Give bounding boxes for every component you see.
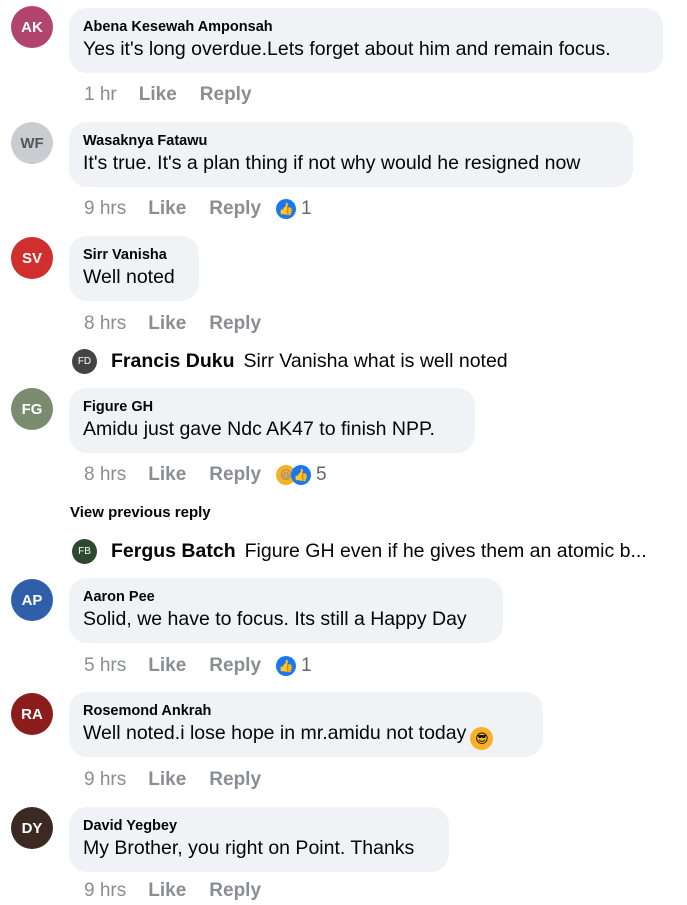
comment-time[interactable]: 8 hrs — [84, 313, 126, 335]
comment-bubble: Sirr Vanisha Well noted — [69, 236, 199, 301]
comment-meta: 8 hrs Like Reply — [84, 310, 284, 338]
comment-meta: 8 hrs Like Reply 😆 👍 5 — [84, 461, 327, 489]
comment-text: Solid, we have to focus. Its still a Hap… — [83, 608, 467, 630]
reply-preview[interactable]: FB Fergus Batch Figure GH even if he giv… — [72, 537, 647, 565]
avatar[interactable]: FG — [11, 388, 53, 430]
comment-bubble: Rosemond Ankrah Well noted.i lose hope i… — [69, 692, 543, 757]
sunglasses-emoji-icon: 😎 — [470, 727, 494, 750]
avatar[interactable]: FB — [72, 538, 97, 564]
thumbs-up-icon: 👍 — [276, 656, 297, 676]
reply-author[interactable]: Fergus Batch — [111, 540, 236, 563]
reply-text: Sirr Vanisha what is well noted — [243, 349, 508, 372]
reply-button[interactable]: Reply — [209, 880, 261, 902]
reply-button[interactable]: Reply — [209, 655, 261, 677]
reaction-summary[interactable]: 👍 1 — [276, 198, 312, 220]
comment-time[interactable]: 9 hrs — [84, 769, 126, 791]
avatar[interactable]: DY — [11, 807, 53, 849]
thumbs-up-icon: 👍 — [291, 465, 312, 485]
comment-time[interactable]: 8 hrs — [84, 464, 126, 486]
reaction-summary[interactable]: 😆 👍 5 — [276, 464, 327, 486]
comment-meta: 1 hr Like Reply — [84, 81, 275, 109]
reaction-summary[interactable]: 👍 1 — [276, 655, 312, 677]
comment-text: Well noted — [83, 266, 175, 288]
like-button[interactable]: Like — [148, 198, 186, 220]
comment-author[interactable]: Figure GH — [83, 399, 461, 416]
reply-button[interactable]: Reply — [209, 198, 261, 220]
comment-author[interactable]: Wasaknya Fatawu — [83, 133, 619, 150]
comment-author[interactable]: Rosemond Ankrah — [83, 703, 529, 720]
avatar[interactable]: RA — [11, 693, 53, 735]
reply-preview[interactable]: FD Francis Duku Sirr Vanisha what is wel… — [72, 347, 508, 375]
comment-bubble: Figure GH Amidu just gave Ndc AK47 to fi… — [69, 388, 475, 453]
comment-author[interactable]: Aaron Pee — [83, 589, 489, 606]
comment-text: It's true. It's a plan thing if not why … — [83, 152, 581, 174]
reply-text: Figure GH even if he gives them an atomi… — [244, 539, 647, 562]
comment-time[interactable]: 1 hr — [84, 84, 117, 106]
thumbs-up-icon: 👍 — [276, 199, 297, 219]
avatar[interactable]: WF — [11, 122, 53, 164]
reply-button[interactable]: Reply — [209, 313, 261, 335]
like-button[interactable]: Like — [148, 464, 186, 486]
like-button[interactable]: Like — [148, 880, 186, 902]
like-button[interactable]: Like — [148, 313, 186, 335]
avatar[interactable]: AP — [11, 579, 53, 621]
reply-button[interactable]: Reply — [209, 464, 261, 486]
comment-meta: 9 hrs Like Reply — [84, 766, 284, 794]
like-button[interactable]: Like — [148, 655, 186, 677]
like-button[interactable]: Like — [139, 84, 177, 106]
avatar[interactable]: AK — [11, 6, 53, 48]
reply-button[interactable]: Reply — [209, 769, 261, 791]
comment-bubble: Wasaknya Fatawu It's true. It's a plan t… — [69, 122, 633, 187]
like-button[interactable]: Like — [148, 769, 186, 791]
comment-meta: 9 hrs Like Reply — [84, 877, 284, 905]
comment-author[interactable]: Abena Kesewah Amponsah — [83, 19, 649, 36]
comment-text: My Brother, you right on Point. Thanks — [83, 837, 415, 859]
comment-bubble: Aaron Pee Solid, we have to focus. Its s… — [69, 578, 503, 643]
reaction-count: 5 — [316, 464, 327, 485]
avatar[interactable]: FD — [72, 348, 97, 374]
comment-meta: 9 hrs Like Reply 👍 1 — [84, 195, 312, 223]
comment-bubble: David Yegbey My Brother, you right on Po… — [69, 807, 449, 872]
comment-meta: 5 hrs Like Reply 👍 1 — [84, 652, 312, 680]
view-previous-reply-link[interactable]: View previous reply — [70, 504, 211, 521]
reply-author[interactable]: Francis Duku — [111, 350, 235, 373]
comment-author[interactable]: David Yegbey — [83, 818, 435, 835]
comment-text: Yes it's long overdue.Lets forget about … — [83, 38, 611, 60]
comment-time[interactable]: 5 hrs — [84, 655, 126, 677]
comment-text: Well noted.i lose hope in mr.amidu not t… — [83, 720, 529, 750]
reply-button[interactable]: Reply — [200, 84, 252, 106]
reaction-count: 1 — [301, 655, 312, 676]
comment-time[interactable]: 9 hrs — [84, 198, 126, 220]
comment-author[interactable]: Sirr Vanisha — [83, 247, 185, 264]
reaction-count: 1 — [301, 198, 312, 219]
comment-text: Amidu just gave Ndc AK47 to finish NPP. — [83, 418, 435, 440]
avatar[interactable]: SV — [11, 237, 53, 279]
comment-bubble: Abena Kesewah Amponsah Yes it's long ove… — [69, 8, 663, 73]
comment-time[interactable]: 9 hrs — [84, 880, 126, 902]
